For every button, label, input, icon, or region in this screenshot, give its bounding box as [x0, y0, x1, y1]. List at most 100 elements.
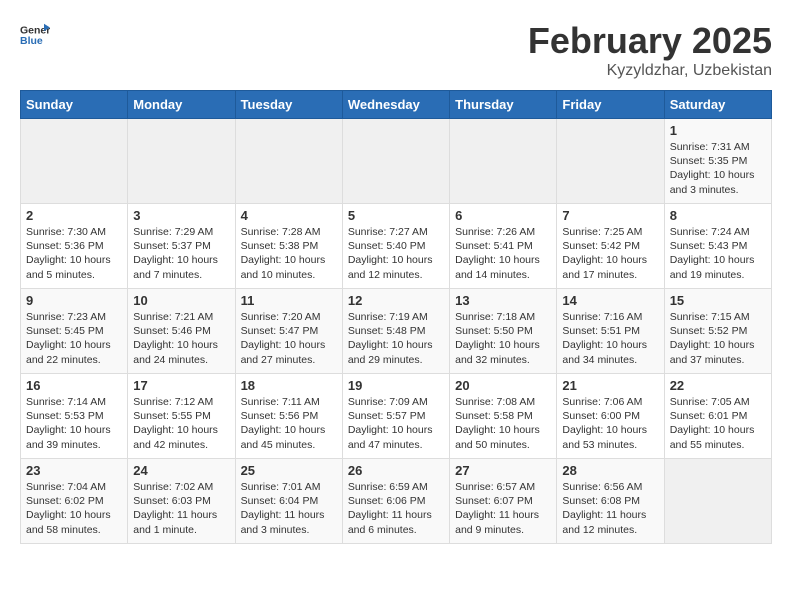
- day-cell: [450, 119, 557, 204]
- day-info: Daylight: 10 hours and 34 minutes.: [562, 338, 658, 366]
- day-info: Sunrise: 7:15 AM: [670, 310, 766, 324]
- day-info: Daylight: 10 hours and 32 minutes.: [455, 338, 551, 366]
- day-info: Daylight: 10 hours and 22 minutes.: [26, 338, 122, 366]
- day-info: Sunrise: 7:28 AM: [241, 225, 337, 239]
- day-info: Sunset: 5:58 PM: [455, 409, 551, 423]
- day-info: Daylight: 10 hours and 3 minutes.: [670, 168, 766, 196]
- day-info: Daylight: 10 hours and 45 minutes.: [241, 423, 337, 451]
- day-info: Sunset: 5:56 PM: [241, 409, 337, 423]
- day-number: 4: [241, 208, 337, 223]
- day-cell: 12 Sunrise: 7:19 AMSunset: 5:48 PMDayligh…: [342, 289, 449, 374]
- day-cell: 22Sunrise: 7:05 AMSunset: 6:01 PMDayligh…: [664, 374, 771, 459]
- day-info: Sunset: 6:02 PM: [26, 494, 122, 508]
- day-info: Sunrise: 7:01 AM: [241, 480, 337, 494]
- day-number: 13: [455, 293, 551, 308]
- day-info: Daylight: 11 hours and 12 minutes.: [562, 508, 658, 536]
- day-info: Daylight: 10 hours and 37 minutes.: [670, 338, 766, 366]
- day-info: Sunrise: 7:18 AM: [455, 310, 551, 324]
- weekday-header-row: SundayMondayTuesdayWednesdayThursdayFrid…: [21, 91, 772, 119]
- day-info: Sunrise: 6:56 AM: [562, 480, 658, 494]
- day-info: Sunrise: 7:30 AM: [26, 225, 122, 239]
- weekday-header-friday: Friday: [557, 91, 664, 119]
- day-info: Sunset: 5:53 PM: [26, 409, 122, 423]
- week-row-1: 1Sunrise: 7:31 AMSunset: 5:35 PMDaylight…: [21, 119, 772, 204]
- day-info: Sunrise: 7:02 AM: [133, 480, 229, 494]
- day-info: Daylight: 10 hours and 47 minutes.: [348, 423, 444, 451]
- day-number: 14: [562, 293, 658, 308]
- day-number: 12: [348, 293, 444, 308]
- day-info: Daylight: 11 hours and 3 minutes.: [241, 508, 337, 536]
- page-header: General Blue February 2025 Kyzyldzhar, U…: [20, 20, 772, 80]
- day-info: Sunrise: 7:29 AM: [133, 225, 229, 239]
- week-row-4: 16Sunrise: 7:14 AMSunset: 5:53 PMDayligh…: [21, 374, 772, 459]
- day-cell: 6Sunrise: 7:26 AMSunset: 5:41 PMDaylight…: [450, 204, 557, 289]
- day-info: Sunrise: 7:21 AM: [133, 310, 229, 324]
- day-info: Sunrise: 7:11 AM: [241, 395, 337, 409]
- day-info: Daylight: 10 hours and 58 minutes.: [26, 508, 122, 536]
- day-info: Daylight: 10 hours and 39 minutes.: [26, 423, 122, 451]
- day-cell: 23Sunrise: 7:04 AMSunset: 6:02 PMDayligh…: [21, 459, 128, 544]
- day-number: 27: [455, 463, 551, 478]
- day-number: 18: [241, 378, 337, 393]
- day-cell: 5Sunrise: 7:27 AMSunset: 5:40 PMDaylight…: [342, 204, 449, 289]
- day-number: 23: [26, 463, 122, 478]
- day-number: 10: [133, 293, 229, 308]
- day-cell: 26Sunrise: 6:59 AMSunset: 6:06 PMDayligh…: [342, 459, 449, 544]
- day-cell: [21, 119, 128, 204]
- day-info: Daylight: 10 hours and 50 minutes.: [455, 423, 551, 451]
- day-info: Sunset: 5:40 PM: [348, 239, 444, 253]
- weekday-header-tuesday: Tuesday: [235, 91, 342, 119]
- day-info: Sunset: 5:35 PM: [670, 154, 766, 168]
- day-cell: 21Sunrise: 7:06 AMSunset: 6:00 PMDayligh…: [557, 374, 664, 459]
- day-cell: 16 Sunrise: 7:14 AMSunset: 5:53 PMDayligh…: [21, 374, 128, 459]
- logo: General Blue: [20, 20, 52, 50]
- day-number: 26: [348, 463, 444, 478]
- day-info: Daylight: 10 hours and 12 minutes.: [348, 253, 444, 281]
- day-info: Sunset: 5:42 PM: [562, 239, 658, 253]
- svg-text:Blue: Blue: [20, 35, 43, 47]
- weekday-header-wednesday: Wednesday: [342, 91, 449, 119]
- day-info: Sunset: 5:37 PM: [133, 239, 229, 253]
- day-cell: 2Sunrise: 7:30 AMSunset: 5:36 PMDaylight…: [21, 204, 128, 289]
- day-info: Sunrise: 7:06 AM: [562, 395, 658, 409]
- day-info: Sunrise: 7:20 AM: [241, 310, 337, 324]
- day-cell: 8Sunrise: 7:24 AMSunset: 5:43 PMDaylight…: [664, 204, 771, 289]
- day-info: Sunrise: 7:05 AM: [670, 395, 766, 409]
- title-area: February 2025 Kyzyldzhar, Uzbekistan: [528, 20, 772, 80]
- day-number: 21: [562, 378, 658, 393]
- day-cell: 19Sunrise: 7:09 AMSunset: 5:57 PMDayligh…: [342, 374, 449, 459]
- day-info: Sunrise: 7:16 AM: [562, 310, 658, 324]
- day-number: 22: [670, 378, 766, 393]
- day-cell: 18 Sunrise: 7:11 AMSunset: 5:56 PMDayligh…: [235, 374, 342, 459]
- day-info: Sunrise: 7:31 AM: [670, 140, 766, 154]
- month-title: February 2025: [528, 20, 772, 62]
- day-number: 9: [26, 293, 122, 308]
- day-cell: 1Sunrise: 7:31 AMSunset: 5:35 PMDaylight…: [664, 119, 771, 204]
- day-cell: 20Sunrise: 7:08 AMSunset: 5:58 PMDayligh…: [450, 374, 557, 459]
- day-number: 25: [241, 463, 337, 478]
- day-info: Sunset: 6:03 PM: [133, 494, 229, 508]
- day-cell: [664, 459, 771, 544]
- day-info: Daylight: 10 hours and 10 minutes.: [241, 253, 337, 281]
- day-info: Sunset: 5:48 PM: [348, 324, 444, 338]
- week-row-5: 23Sunrise: 7:04 AMSunset: 6:02 PMDayligh…: [21, 459, 772, 544]
- day-info: Sunrise: 7:23 AM: [26, 310, 122, 324]
- day-info: Daylight: 10 hours and 29 minutes.: [348, 338, 444, 366]
- day-info: Sunrise: 7:09 AM: [348, 395, 444, 409]
- day-info: Sunset: 5:46 PM: [133, 324, 229, 338]
- day-number: 20: [455, 378, 551, 393]
- day-number: 5: [348, 208, 444, 223]
- day-info: Sunset: 6:00 PM: [562, 409, 658, 423]
- day-info: Sunset: 5:45 PM: [26, 324, 122, 338]
- day-number: 15: [670, 293, 766, 308]
- day-cell: 15Sunrise: 7:15 AMSunset: 5:52 PMDayligh…: [664, 289, 771, 374]
- day-number: 16: [26, 378, 122, 393]
- day-info: Sunrise: 7:14 AM: [26, 395, 122, 409]
- day-info: Sunrise: 7:19 AM: [348, 310, 444, 324]
- day-number: 24: [133, 463, 229, 478]
- logo-icon: General Blue: [20, 20, 50, 50]
- day-number: 7: [562, 208, 658, 223]
- day-number: 19: [348, 378, 444, 393]
- day-cell: [235, 119, 342, 204]
- day-cell: 11Sunrise: 7:20 AMSunset: 5:47 PMDayligh…: [235, 289, 342, 374]
